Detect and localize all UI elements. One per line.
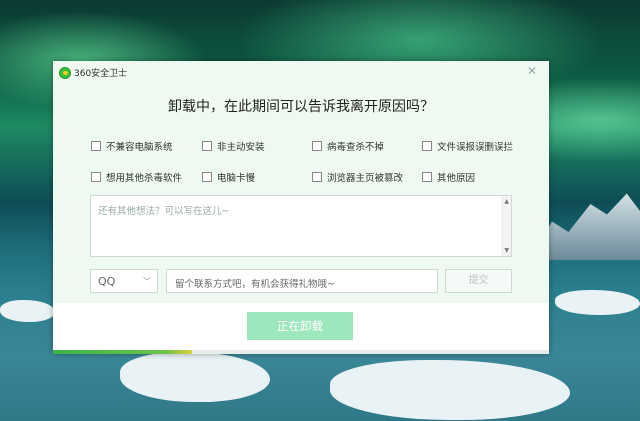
dialog-headline: 卸载中，在此期间可以告诉我离开原因吗？ (168, 99, 434, 115)
checkbox-icon[interactable] (422, 141, 432, 151)
reason-option[interactable]: 病毒查杀不掉 (312, 139, 384, 153)
reason-option[interactable]: 文件误报误删误拦 (422, 139, 513, 153)
reason-label: 文件误报误删误拦 (437, 142, 514, 153)
reason-option[interactable]: 非主动安装 (202, 139, 265, 153)
contact-placeholder: 留个联系方式吧，有机会获得礼物哦~ (175, 279, 335, 290)
app-title: 360安全卫士 (74, 69, 128, 79)
checkbox-icon[interactable] (422, 172, 432, 182)
reason-label: 非主动安装 (217, 142, 265, 153)
checkbox-icon[interactable] (91, 172, 101, 182)
feedback-placeholder: 还有其他想法？可以写在这儿~ (98, 206, 230, 217)
background-ice (0, 300, 55, 322)
chevron-down-icon: ﹀ (143, 277, 151, 286)
progress-fill (53, 350, 192, 354)
checkbox-icon[interactable] (202, 141, 212, 151)
checkbox-icon[interactable] (91, 141, 101, 151)
reason-option[interactable]: 想用其他杀毒软件 (91, 170, 182, 184)
contact-type-select[interactable]: QQ ﹀ (90, 269, 158, 293)
close-icon[interactable]: ✕ (527, 64, 537, 78)
contact-input[interactable]: 留个联系方式吧，有机会获得礼物哦~ (166, 269, 438, 293)
uninstalling-button[interactable]: 正在卸载 (247, 312, 353, 340)
checkbox-icon[interactable] (202, 172, 212, 182)
action-area: 正在卸载 (53, 303, 549, 354)
reason-option[interactable]: 浏览器主页被篡改 (312, 170, 403, 184)
reason-label: 其他原因 (437, 173, 476, 184)
contact-type-value: QQ (98, 275, 116, 288)
scrollbar[interactable]: ▲ ▼ (501, 196, 511, 256)
360-logo-icon (59, 67, 71, 79)
submit-button[interactable]: 提交 (445, 269, 512, 293)
reason-label: 病毒查杀不掉 (327, 142, 385, 153)
reason-option[interactable]: 其他原因 (422, 170, 475, 184)
reason-label: 浏览器主页被篡改 (327, 173, 404, 184)
reason-option[interactable]: 电脑卡慢 (202, 170, 255, 184)
reason-label: 电脑卡慢 (217, 173, 256, 184)
progress-bar (53, 350, 549, 354)
checkbox-icon[interactable] (312, 172, 322, 182)
reason-option[interactable]: 不兼容电脑系统 (91, 139, 173, 153)
uninstall-dialog: 360安全卫士 ✕ 卸载中，在此期间可以告诉我离开原因吗？ 不兼容电脑系统 非主… (53, 61, 549, 354)
scroll-down-icon[interactable]: ▼ (504, 247, 509, 254)
reason-label: 想用其他杀毒软件 (106, 173, 183, 184)
checkbox-icon[interactable] (312, 141, 322, 151)
title-bar[interactable]: 360安全卫士 ✕ (53, 61, 549, 85)
reason-label: 不兼容电脑系统 (106, 142, 173, 153)
scroll-up-icon[interactable]: ▲ (504, 198, 509, 205)
background-ice (555, 290, 640, 315)
feedback-textarea[interactable]: 还有其他想法？可以写在这儿~ ▲ ▼ (90, 195, 512, 257)
